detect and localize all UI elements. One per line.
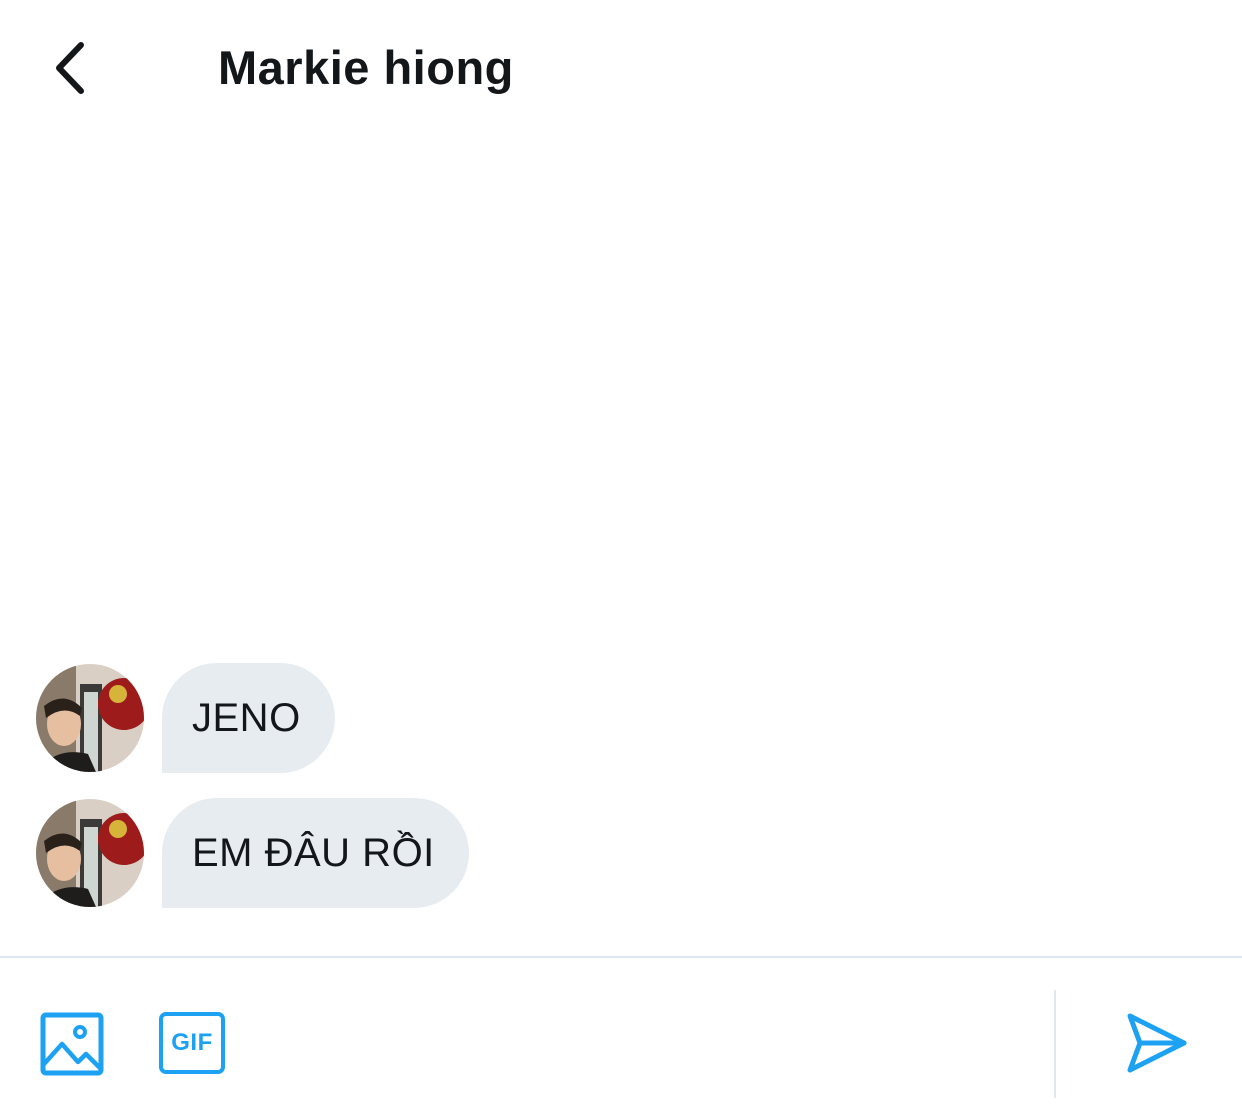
message-row: EM ĐÂU RỒI [36,798,469,908]
message-input[interactable] [265,998,1029,1090]
send-button[interactable] [1124,1010,1190,1076]
add-photo-button[interactable] [40,1012,104,1076]
image-icon [40,1012,104,1076]
message-row: JENO [36,663,335,773]
chevron-left-icon [56,42,84,94]
contact-avatar[interactable] [36,799,144,907]
conversation-header: Markie hiong [0,0,1242,140]
message-bubble[interactable]: EM ĐÂU RỒI [162,798,469,908]
contact-avatar[interactable] [36,664,144,772]
conversation-title: Markie hiong [218,41,514,94]
message-composer: GIF [0,958,1242,1113]
gif-button[interactable]: GIF [159,1012,225,1074]
send-divider [1054,990,1056,1098]
back-button[interactable] [30,28,110,108]
send-icon [1127,1013,1187,1073]
message-bubble[interactable]: JENO [162,663,335,773]
